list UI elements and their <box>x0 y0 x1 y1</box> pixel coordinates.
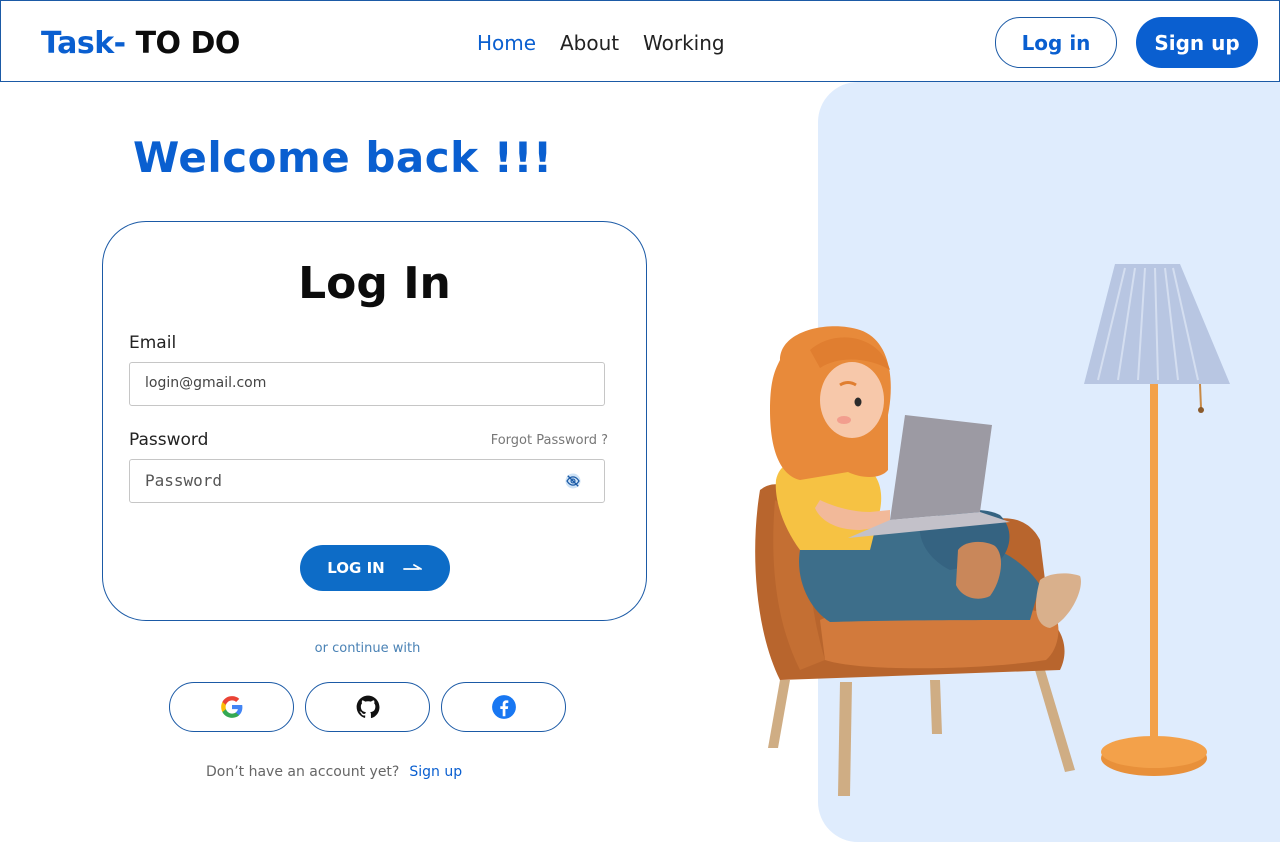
arrow-right-icon <box>402 564 422 570</box>
email-field[interactable]: login@gmail.com <box>129 362 605 406</box>
github-icon <box>356 695 379 719</box>
signup-link[interactable]: Sign up <box>409 764 462 780</box>
email-label: Email <box>129 333 177 353</box>
eye-slash-icon[interactable] <box>564 472 582 490</box>
header-signup-button[interactable]: Sign up <box>1136 17 1258 68</box>
email-field-value: login@gmail.com <box>145 375 267 391</box>
top-navbar: Task- TO DO Home About Working Log in Si… <box>0 0 1280 82</box>
facebook-icon <box>491 695 516 719</box>
logo-task-text: Task- <box>41 26 126 61</box>
signup-prompt: Don’t have an account yet? Sign up <box>206 764 462 780</box>
google-login-button[interactable] <box>169 682 294 732</box>
password-field[interactable]: Password <box>129 459 605 503</box>
nav-about-link[interactable]: About <box>560 31 619 55</box>
signup-prompt-text: Don’t have an account yet? <box>206 764 400 780</box>
floor-lamp-illustration <box>1084 264 1230 776</box>
login-card: Log In Email login@gmail.com Password Fo… <box>102 221 647 621</box>
logo-todo-text: TO DO <box>135 26 241 61</box>
google-icon <box>220 696 242 718</box>
password-label: Password <box>129 430 209 450</box>
brand-logo[interactable]: Task- TO DO <box>41 26 240 61</box>
password-field-placeholder: Password <box>145 471 223 490</box>
login-submit-label: LOG IN <box>327 559 385 577</box>
welcome-heading: Welcome back !!! <box>133 133 553 182</box>
woman-with-laptop-illustration <box>755 264 1230 796</box>
continue-with-text: or continue with <box>314 641 421 656</box>
header-login-button[interactable]: Log in <box>995 17 1117 68</box>
forgot-password-link[interactable]: Forgot Password ? <box>491 433 608 448</box>
nav-working-link[interactable]: Working <box>643 31 725 55</box>
github-login-button[interactable] <box>305 682 430 732</box>
login-card-title: Log In <box>298 258 451 309</box>
facebook-login-button[interactable] <box>441 682 566 732</box>
nav-home-link[interactable]: Home <box>477 31 536 55</box>
login-submit-button[interactable]: LOG IN <box>300 545 450 591</box>
